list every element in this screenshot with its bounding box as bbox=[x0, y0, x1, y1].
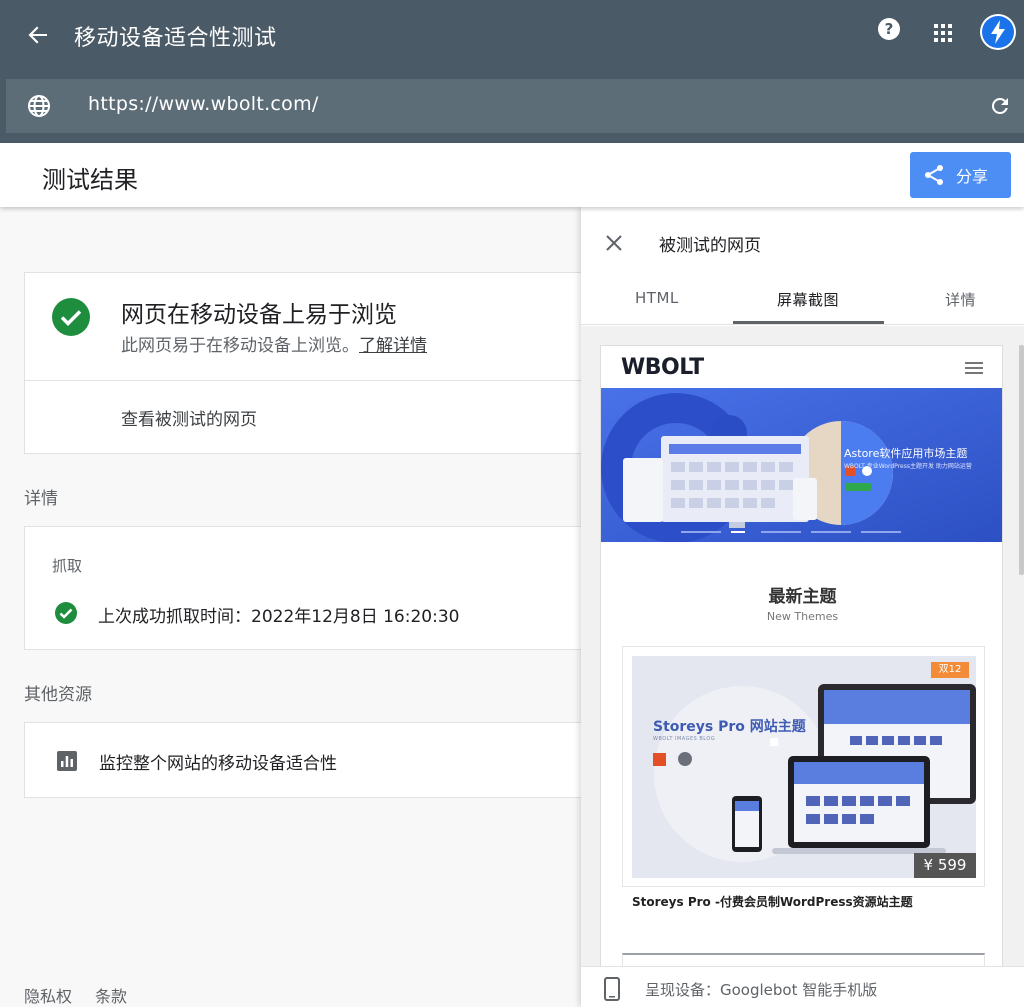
details-card: 抓取 上次成功抓取时间：2022年12月8日 16:20:30 bbox=[24, 526, 624, 650]
hero-subtitle: WBOLT 专业WordPress主题开发 助力网站运营 bbox=[844, 463, 972, 470]
crawl-success-icon bbox=[54, 601, 78, 625]
resources-section-label: 其他资源 bbox=[24, 685, 92, 705]
tab-html[interactable]: HTML bbox=[635, 289, 679, 307]
tested-page-panel: 被测试的网页 HTML 屏幕截图 详情 WBOLT Astore软件应用市场主题… bbox=[581, 207, 1024, 1007]
monitor-site-link[interactable]: 监控整个网站的移动设备适合性 bbox=[99, 749, 337, 774]
share-label: 分享 bbox=[956, 167, 989, 186]
share-button[interactable]: 分享 bbox=[910, 152, 1011, 198]
product-image-title: Storeys Pro 网站主题 bbox=[653, 719, 806, 735]
active-tab-indicator bbox=[733, 321, 884, 324]
reload-icon[interactable] bbox=[988, 94, 1012, 118]
site-logo: WBOLT bbox=[621, 355, 704, 380]
result-subtitle: 此网页易于在移动设备上浏览。了解详情 bbox=[121, 331, 427, 356]
device-bar: 呈现设备：Googlebot 智能手机版 bbox=[581, 966, 1024, 1007]
tab-screenshot[interactable]: 屏幕截图 bbox=[777, 289, 839, 310]
app-bar-row: 移动设备适合性测试 ? bbox=[0, 0, 1024, 70]
learn-more-link[interactable]: 了解详情 bbox=[359, 336, 427, 356]
price-tag: ¥ 599 bbox=[914, 853, 976, 878]
results-header: 测试结果 分享 bbox=[0, 143, 1024, 207]
url-input[interactable]: https://www.wbolt.com/ bbox=[88, 93, 319, 115]
back-arrow-icon[interactable] bbox=[22, 19, 54, 51]
panel-title: 被测试的网页 bbox=[659, 236, 761, 256]
privacy-link[interactable]: 隐私权 bbox=[24, 983, 72, 1007]
product-illustration bbox=[632, 656, 976, 878]
product-card: 双12 Storeys Pro 网站主题 WBOLT IMAGES BLOG ¥… bbox=[622, 646, 985, 887]
success-check-icon bbox=[51, 297, 91, 337]
details-section-label: 详情 bbox=[24, 489, 58, 509]
hamburger-menu-icon bbox=[965, 360, 983, 374]
resources-card[interactable]: 监控整个网站的移动设备适合性 bbox=[24, 722, 624, 798]
smartphone-icon bbox=[603, 977, 621, 1001]
close-icon[interactable] bbox=[603, 232, 625, 254]
product-name: Storeys Pro -付费会员制WordPress资源站主题 bbox=[632, 895, 913, 909]
screenshot-preview: WBOLT Astore软件应用市场主题 WBOLT 专业WordPress主题… bbox=[581, 326, 1024, 966]
result-subtitle-text: 此网页易于在移动设备上浏览。 bbox=[121, 336, 359, 356]
share-icon bbox=[925, 165, 943, 185]
product-image: 双12 Storeys Pro 网站主题 WBOLT IMAGES BLOG ¥… bbox=[632, 656, 976, 878]
mobile-screenshot: WBOLT Astore软件应用市场主题 WBOLT 专业WordPress主题… bbox=[600, 345, 1003, 966]
tab-details[interactable]: 详情 bbox=[945, 289, 976, 310]
panel-tabs: HTML 屏幕截图 详情 bbox=[581, 275, 1024, 325]
hero-banner: Astore软件应用市场主题 WBOLT 专业WordPress主题开发 助力网… bbox=[601, 388, 1002, 542]
hero-title: Astore软件应用市场主题 bbox=[844, 447, 968, 460]
device-label: 呈现设备：Googlebot 智能手机版 bbox=[645, 981, 878, 999]
result-card: 网页在移动设备上易于浏览 此网页易于在移动设备上浏览。了解详情 查看被测试的网页 bbox=[24, 272, 624, 454]
avatar[interactable] bbox=[980, 14, 1016, 50]
view-tested-page-link[interactable]: 查看被测试的网页 bbox=[121, 405, 257, 430]
divider bbox=[25, 380, 623, 381]
new-themes-heading: 最新主题 bbox=[768, 587, 837, 607]
terms-link[interactable]: 条款 bbox=[95, 983, 127, 1007]
svg-text:?: ? bbox=[885, 20, 894, 38]
next-product-card bbox=[622, 953, 985, 966]
app-title: 移动设备适合性测试 bbox=[74, 26, 277, 51]
url-bar: https://www.wbolt.com/ bbox=[6, 79, 1024, 133]
new-themes-subheading: New Themes bbox=[766, 610, 839, 623]
apps-grid-icon[interactable] bbox=[932, 22, 954, 44]
crawl-label: 抓取 bbox=[52, 557, 83, 575]
globe-icon bbox=[26, 93, 52, 119]
bar-chart-icon bbox=[56, 750, 78, 772]
result-title: 网页在移动设备上易于浏览 bbox=[121, 302, 397, 328]
promo-badge: 双12 bbox=[931, 662, 969, 678]
page-title: 测试结果 bbox=[42, 166, 138, 194]
product-image-subtitle: WBOLT IMAGES BLOG bbox=[653, 736, 716, 742]
app-bar: 移动设备适合性测试 ? https://www.wbolt.com/ bbox=[0, 0, 1024, 143]
preview-scrollbar[interactable] bbox=[1019, 345, 1024, 575]
help-icon[interactable]: ? bbox=[877, 17, 901, 41]
crawl-time: 上次成功抓取时间：2022年12月8日 16:20:30 bbox=[98, 607, 460, 627]
